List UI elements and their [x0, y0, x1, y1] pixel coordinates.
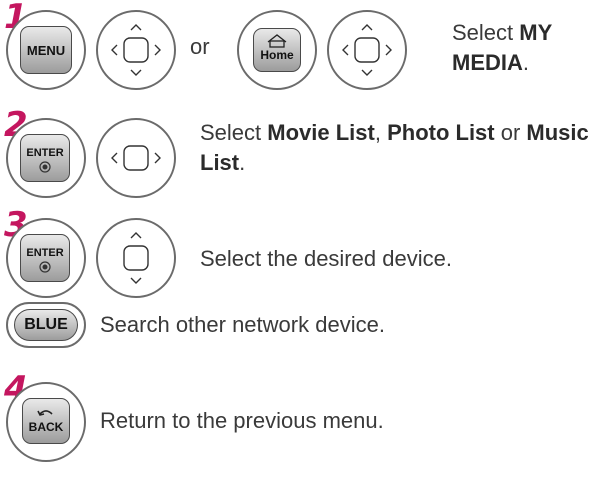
back-arrow-icon — [37, 410, 53, 416]
nav-pad-arrows-icon-2 — [342, 24, 392, 76]
home-icon — [267, 34, 287, 48]
enter-dot-icon — [39, 161, 51, 173]
up-down-arrows-icon — [123, 232, 149, 284]
enter-dot-icon-2 — [39, 261, 51, 273]
left-right-arrows-icon — [111, 145, 161, 171]
nav-pad-arrows-icon — [111, 24, 161, 76]
icon-overlay — [37, 24, 392, 416]
